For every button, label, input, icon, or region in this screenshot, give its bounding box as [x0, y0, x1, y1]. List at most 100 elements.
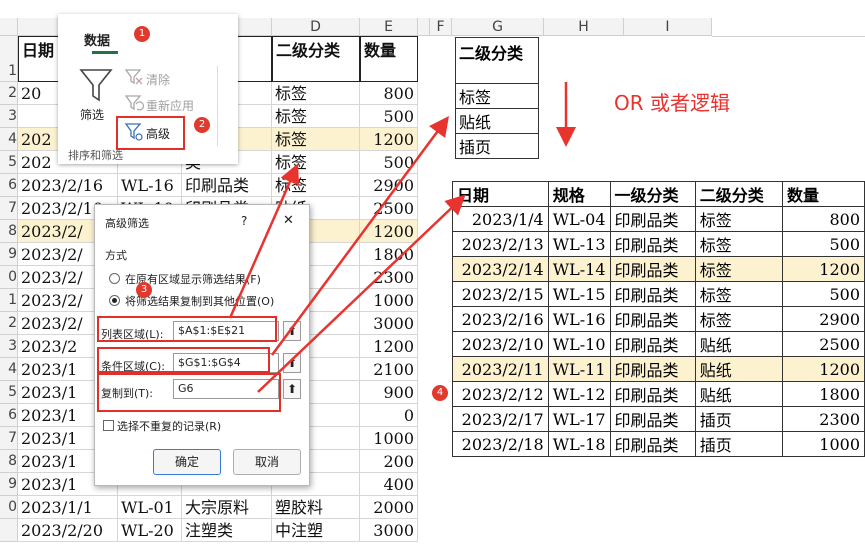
row-header[interactable]: 1	[0, 289, 18, 312]
row-header[interactable]: 5	[0, 151, 18, 174]
corner-cell[interactable]	[0, 18, 18, 36]
result-cell[interactable]: 标签	[694, 281, 783, 307]
result-cell[interactable]: 标签	[694, 306, 783, 332]
result-cell[interactable]: 印刷品类	[609, 306, 696, 332]
result-cell[interactable]: 500	[781, 281, 865, 307]
sheet-cell[interactable]: 1200	[360, 335, 418, 358]
sheet-cell[interactable]: 2023/2/16	[18, 174, 118, 197]
result-cell[interactable]: 贴纸	[694, 381, 783, 407]
result-cell[interactable]: WL-15	[547, 281, 611, 307]
result-cell[interactable]: WL-12	[547, 381, 611, 407]
unique-records-label[interactable]: 选择不重复的记录(R)	[117, 418, 221, 434]
sheet-cell[interactable]: 2100	[360, 358, 418, 381]
filter-icon[interactable]	[78, 66, 114, 106]
result-cell[interactable]: 插页	[694, 431, 783, 457]
sheet-cell[interactable]: 标签	[272, 82, 360, 105]
row-header[interactable]: 4	[0, 358, 18, 381]
row-header[interactable]: 6	[0, 174, 18, 197]
criteria-range-collapse-button[interactable]: ⬆	[283, 353, 301, 373]
result-cell[interactable]: 2023/2/15	[452, 281, 549, 307]
sheet-cell[interactable]: 500	[360, 105, 418, 128]
result-cell[interactable]: 2023/2/12	[452, 381, 549, 407]
row-header[interactable]: 8	[0, 220, 18, 243]
result-cell[interactable]: WL-04	[547, 206, 611, 232]
result-cell[interactable]: 2023/2/16	[452, 306, 549, 332]
radio-in-place[interactable]	[109, 273, 120, 284]
criteria-value[interactable]: 插页	[455, 133, 539, 159]
result-cell[interactable]: 1000	[781, 431, 865, 457]
sheet-cell[interactable]: 1200	[360, 220, 418, 243]
result-cell[interactable]: 2500	[781, 331, 865, 357]
result-cell[interactable]: WL-10	[547, 331, 611, 357]
row-header[interactable]: 0	[0, 266, 18, 289]
result-cell[interactable]: WL-18	[547, 431, 611, 457]
help-icon[interactable]: ?	[241, 214, 247, 228]
header-cell[interactable]: 数量	[360, 36, 418, 82]
sheet-cell[interactable]: 200	[360, 450, 418, 473]
column-header-h[interactable]: H	[544, 18, 624, 36]
criteria-value[interactable]: 标签	[455, 83, 539, 109]
sheet-cell[interactable]: 2023/2/20	[18, 519, 118, 542]
column-header-e[interactable]: E	[360, 18, 418, 36]
header-cell[interactable]: 二级分类	[272, 36, 360, 82]
column-header-f-label[interactable]: F	[430, 18, 452, 36]
sheet-cell[interactable]: 1000	[360, 289, 418, 312]
tab-data[interactable]: 数据	[84, 30, 110, 49]
result-cell[interactable]: 2300	[781, 406, 865, 432]
sheet-cell[interactable]: 500	[360, 151, 418, 174]
row-header[interactable]: 4	[0, 128, 18, 151]
sheet-cell[interactable]: 2900	[360, 174, 418, 197]
result-cell[interactable]: 1200	[781, 356, 865, 382]
result-cell[interactable]: 2023/2/18	[452, 431, 549, 457]
result-cell[interactable]: WL-16	[547, 306, 611, 332]
result-cell[interactable]: WL-14	[547, 256, 611, 282]
result-cell[interactable]: 标签	[694, 256, 783, 282]
result-cell[interactable]: 印刷品类	[609, 406, 696, 432]
row-header[interactable]: 2	[0, 82, 18, 105]
result-cell[interactable]: 2023/2/11	[452, 356, 549, 382]
row-header[interactable]: 0	[0, 496, 18, 519]
row-header[interactable]: 7	[0, 427, 18, 450]
result-cell[interactable]: WL-13	[547, 231, 611, 257]
result-header-cell[interactable]: 数量	[781, 181, 865, 207]
sheet-cell[interactable]: WL-20	[118, 519, 182, 542]
result-cell[interactable]: 印刷品类	[609, 231, 696, 257]
sheet-cell[interactable]: 注塑类	[182, 519, 272, 542]
result-cell[interactable]: WL-17	[547, 406, 611, 432]
sheet-cell[interactable]: 900	[360, 381, 418, 404]
sheet-cell[interactable]: 中注塑	[272, 519, 360, 542]
sheet-cell[interactable]: WL-01	[118, 496, 182, 519]
result-cell[interactable]: 标签	[694, 206, 783, 232]
result-cell[interactable]: 印刷品类	[609, 331, 696, 357]
sheet-cell[interactable]: 塑胶料	[272, 496, 360, 519]
result-cell[interactable]: 800	[781, 206, 865, 232]
reapply-button-label[interactable]: 重新应用	[146, 97, 194, 114]
result-cell[interactable]: 2023/2/17	[452, 406, 549, 432]
sheet-cell[interactable]: 0	[360, 404, 418, 427]
row-header[interactable]	[0, 519, 18, 542]
unique-records-checkbox[interactable]	[103, 420, 114, 431]
close-icon[interactable]: ✕	[283, 213, 294, 228]
result-cell[interactable]: 印刷品类	[609, 381, 696, 407]
sheet-cell[interactable]: 800	[360, 82, 418, 105]
sheet-cell[interactable]: 1000	[360, 427, 418, 450]
copy-to-collapse-button[interactable]: ⬆	[283, 379, 301, 399]
result-cell[interactable]: 2023/2/13	[452, 231, 549, 257]
clear-button-label[interactable]: 清除	[146, 71, 170, 88]
result-cell[interactable]: 贴纸	[694, 356, 783, 382]
criteria-value[interactable]: 贴纸	[455, 108, 539, 134]
list-range-collapse-button[interactable]: ⬆	[283, 321, 301, 341]
row-header[interactable]: 3	[0, 105, 18, 128]
sheet-cell[interactable]: 3000	[360, 519, 418, 542]
sheet-cell[interactable]: 1800	[360, 243, 418, 266]
result-cell[interactable]: 印刷品类	[609, 281, 696, 307]
result-cell[interactable]: 印刷品类	[609, 356, 696, 382]
result-cell[interactable]: WL-11	[547, 356, 611, 382]
sheet-cell[interactable]: 2000	[360, 496, 418, 519]
result-cell[interactable]: 印刷品类	[609, 206, 696, 232]
filter-button-label[interactable]: 筛选	[80, 106, 104, 123]
row-header[interactable]: 7	[0, 197, 18, 220]
result-cell[interactable]: 插页	[694, 406, 783, 432]
row-header[interactable]: 5	[0, 381, 18, 404]
sheet-cell[interactable]: 标签	[272, 105, 360, 128]
